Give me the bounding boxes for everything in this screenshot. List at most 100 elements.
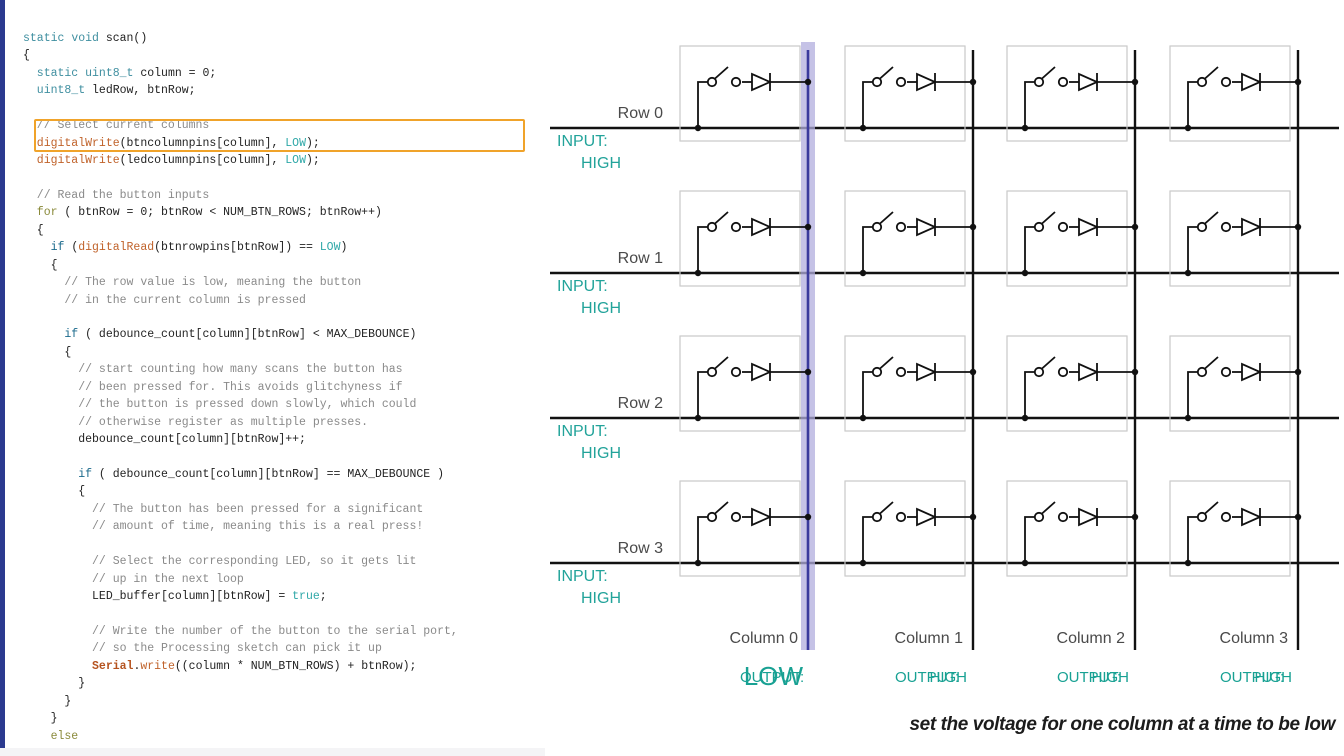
row-junction-dot [859, 269, 867, 277]
switch-lever[interactable] [1203, 356, 1219, 370]
switch-lever[interactable] [1203, 501, 1219, 515]
code-token: true [292, 590, 320, 603]
code-line: digitalWrite(ledcolumnpins[column], LOW)… [23, 152, 545, 169]
column-junction-dot [1294, 368, 1302, 376]
code-line: // Select current columns [23, 117, 545, 134]
switch-right-terminal[interactable] [1057, 221, 1069, 233]
switch-lever[interactable] [878, 66, 894, 80]
switch-right-terminal[interactable] [730, 511, 742, 523]
cell-row-leg [697, 516, 708, 563]
code-line: // Write the number of the button to the… [23, 623, 545, 640]
code-token: // Write the number of the button to the… [23, 624, 458, 638]
code-token: if [23, 328, 86, 342]
switch-right-terminal[interactable] [1220, 76, 1232, 88]
switch-right-terminal[interactable] [1220, 511, 1232, 523]
switch-lever[interactable] [713, 501, 729, 515]
code-token: uint8_t [23, 84, 93, 98]
switch-lever[interactable] [713, 356, 729, 370]
switch-right-terminal[interactable] [1057, 366, 1069, 378]
source-code-listing[interactable]: static void scan() { static uint8_t colum… [23, 30, 545, 745]
code-token: digitalWrite [23, 154, 120, 168]
column-label: Column 2 [1057, 630, 1126, 647]
switch-lever[interactable] [1203, 66, 1219, 80]
code-token: ( btnRow = 0; btnRow < NUM_BTN_ROWS; btn… [57, 206, 382, 220]
switch-lever[interactable] [878, 356, 894, 370]
cell-row-leg [697, 371, 708, 418]
switch-lever[interactable] [713, 211, 729, 225]
column-junction-dot [1131, 78, 1139, 86]
code-token: void [71, 32, 106, 45]
switch-right-terminal[interactable] [1220, 366, 1232, 378]
row-state-label: HIGH [581, 155, 621, 172]
row-junction-dot [1021, 269, 1029, 277]
column-junction-dot [1294, 78, 1302, 86]
diode-triangle [916, 217, 938, 237]
code-line: // amount of time, meaning this is a rea… [23, 518, 545, 535]
switch-right-terminal[interactable] [730, 76, 742, 88]
code-line: { [23, 344, 545, 361]
code-token: LOW [285, 154, 306, 168]
diode-triangle [1078, 72, 1100, 92]
switch-lever[interactable] [878, 501, 894, 515]
diode-triangle [751, 217, 773, 237]
code-token: LOW [285, 136, 306, 150]
code-token: { [23, 49, 30, 63]
code-token: ; [319, 590, 327, 603]
switch-right-terminal[interactable] [895, 511, 907, 523]
code-token: ); [305, 136, 320, 150]
code-line: // so the Processing sketch can pick it … [23, 640, 545, 657]
switch-lever[interactable] [1040, 66, 1056, 80]
row-junction-dot [1184, 124, 1192, 132]
code-token: // start counting how many scans the but… [23, 363, 403, 377]
code-token: } [23, 694, 72, 708]
switch-right-terminal[interactable] [895, 366, 907, 378]
code-token: // The row value is low, meaning the but… [23, 276, 362, 290]
column-junction-dot [804, 368, 812, 376]
code-token: debounce_count[column][btnRow]++; [23, 433, 306, 447]
diode-triangle [1078, 362, 1100, 382]
code-line: LED_buffer[column][btnRow] = true; [23, 588, 545, 605]
switch-right-terminal[interactable] [730, 366, 742, 378]
diode-triangle [751, 507, 773, 527]
code-token: } [23, 677, 86, 691]
code-line: // otherwise register as multiple presse… [23, 414, 545, 431]
diode-triangle [751, 362, 773, 382]
row-junction-dot [694, 269, 702, 277]
row-io-label: INPUT: [557, 278, 608, 295]
switch-right-terminal[interactable] [1057, 76, 1069, 88]
switch-right-terminal[interactable] [1220, 221, 1232, 233]
code-token: if [23, 241, 72, 255]
code-line: // The button has been pressed for a sig… [23, 501, 545, 518]
column-state-label: LOW [744, 661, 804, 691]
switch-right-terminal[interactable] [895, 76, 907, 88]
switch-lever[interactable] [713, 66, 729, 80]
row-state-label: HIGH [581, 445, 621, 462]
row-state-label: HIGH [581, 300, 621, 317]
code-token: ((column * NUM_BTN_ROWS) + btnRow); [174, 659, 417, 673]
diode-triangle [1078, 217, 1100, 237]
switch-lever[interactable] [1040, 356, 1056, 370]
row-label: Row 2 [618, 395, 663, 412]
code-line: { [23, 222, 545, 239]
switch-right-terminal[interactable] [895, 221, 907, 233]
code-token: ) [340, 241, 348, 255]
switch-lever[interactable] [878, 211, 894, 225]
switch-lever[interactable] [1040, 501, 1056, 515]
column-junction-dot [804, 513, 812, 521]
code-line: } [23, 710, 545, 727]
cell-row-leg [1187, 226, 1198, 273]
switch-lever[interactable] [1203, 211, 1219, 225]
button-matrix-diagram: Row 0 INPUT: HIGH Row 1 INPUT: HIGH Row 2 INPUT… [545, 0, 1344, 756]
code-line: // been pressed for. This avoids glitchy… [23, 379, 545, 396]
column-state-label: HIGH [1092, 669, 1130, 686]
code-token: // the button is pressed down slowly, wh… [23, 398, 417, 412]
code-line: // Read the button inputs [23, 187, 545, 204]
code-line: for ( btnRow = 0; btnRow < NUM_BTN_ROWS;… [23, 204, 545, 221]
switch-lever[interactable] [1040, 211, 1056, 225]
switch-right-terminal[interactable] [730, 221, 742, 233]
code-line: if (digitalRead(btnrowpins[btnRow]) == L… [23, 239, 545, 256]
switch-right-terminal[interactable] [1057, 511, 1069, 523]
